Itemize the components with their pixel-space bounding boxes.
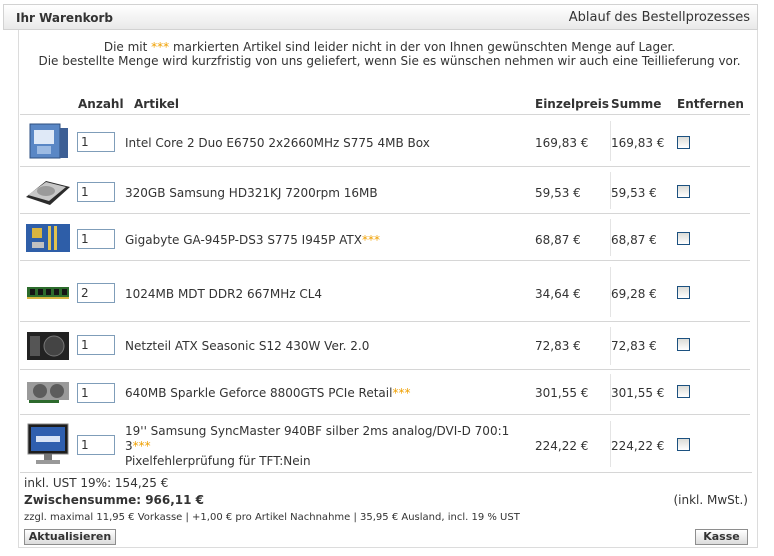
notice-marker: *** xyxy=(151,40,170,54)
hard-drive-icon xyxy=(24,173,72,209)
column-unit-price: Einzelpreis xyxy=(535,97,609,111)
cart-row: 1 19'' Samsung SyncMaster 940BF silber 2… xyxy=(20,414,750,472)
stock-notice: Die mit *** markierten Artikel sind leid… xyxy=(22,40,757,68)
cart-row: 1 640MB Sparkle Geforce 8800GTS PCIe Ret… xyxy=(20,369,750,414)
article-name[interactable]: Intel Core 2 Duo E6750 2x2660MHz S775 4M… xyxy=(125,136,545,151)
update-button[interactable]: Aktualisieren xyxy=(24,529,116,545)
article-option: Pixelfehlerprüfung für TFT:Nein xyxy=(125,454,311,468)
remove-checkbox[interactable] xyxy=(677,185,690,198)
remove-checkbox[interactable] xyxy=(677,438,690,451)
notice-line2: Die bestellte Menge wird kurzfristig von… xyxy=(38,54,741,68)
column-remove: Entfernen xyxy=(677,97,744,111)
page-title: Ihr Warenkorb xyxy=(16,11,114,25)
quantity-input[interactable]: 1 xyxy=(77,335,115,355)
article-name[interactable]: Gigabyte GA-945P-DS3 S775 I945P ATX*** xyxy=(125,233,545,248)
shipping-info: zzgl. maximal 11,95 € Vorkasse | +1,00 €… xyxy=(24,512,520,523)
cart-row: 1 320GB Samsung HD321KJ 7200rpm 16MB 59,… xyxy=(20,166,750,213)
remove-checkbox[interactable] xyxy=(677,232,690,245)
unit-price: 68,87 € xyxy=(535,233,581,247)
cart-row: 1 Intel Core 2 Duo E6750 2x2660MHz S775 … xyxy=(20,114,750,166)
quantity-input[interactable]: 2 xyxy=(77,283,115,303)
cart-page: Ihr Warenkorb Ablauf des Bestellprozesse… xyxy=(0,0,774,556)
cart-row: 2 1024MB MDT DDR2 667MHz CL4 34,64 € 69,… xyxy=(20,260,750,321)
column-article: Artikel xyxy=(134,97,179,111)
cart-row: 1 Gigabyte GA-945P-DS3 S775 I945P ATX***… xyxy=(20,213,750,260)
quantity-input[interactable]: 1 xyxy=(77,383,115,403)
row-sum: 72,83 € xyxy=(611,339,657,353)
remove-checkbox[interactable] xyxy=(677,286,690,299)
unit-price: 224,22 € xyxy=(535,439,589,453)
subtotal: Zwischensumme: 966,11 € xyxy=(24,493,205,507)
quantity-input[interactable]: 1 xyxy=(77,182,115,202)
cart-row: 1 Netzteil ATX Seasonic S12 430W Ver. 2.… xyxy=(20,321,750,369)
monitor-icon xyxy=(24,421,72,469)
tax-line: inkl. UST 19%: 154,25 € xyxy=(24,476,169,490)
unit-price: 59,53 € xyxy=(535,186,581,200)
remove-checkbox[interactable] xyxy=(677,385,690,398)
unit-price: 34,64 € xyxy=(535,287,581,301)
unit-price: 301,55 € xyxy=(535,386,589,400)
row-sum: 301,55 € xyxy=(611,386,665,400)
unit-price: 72,83 € xyxy=(535,339,581,353)
order-process-link[interactable]: Ablauf des Bestellprozesses xyxy=(569,10,750,25)
column-quantity: Anzahl xyxy=(78,97,124,111)
article-name[interactable]: 1024MB MDT DDR2 667MHz CL4 xyxy=(125,287,545,302)
quantity-input[interactable]: 1 xyxy=(77,132,115,152)
quantity-input[interactable]: 1 xyxy=(77,229,115,249)
power-supply-icon xyxy=(24,328,72,364)
remove-checkbox[interactable] xyxy=(677,338,690,351)
quantity-input[interactable]: 1 xyxy=(77,435,115,455)
cart-header: Ihr Warenkorb Ablauf des Bestellprozesse… xyxy=(3,4,758,30)
incl-vat-note: (inkl. MwSt.) xyxy=(673,493,748,507)
article-name[interactable]: 320GB Samsung HD321KJ 7200rpm 16MB xyxy=(125,186,545,201)
unit-price: 169,83 € xyxy=(535,136,589,150)
graphics-card-icon xyxy=(24,374,72,410)
row-sum: 68,87 € xyxy=(611,233,657,247)
row-sum: 224,22 € xyxy=(611,439,665,453)
article-name[interactable]: 19'' Samsung SyncMaster 940BF silber 2ms… xyxy=(125,424,545,469)
row-sum: 169,83 € xyxy=(611,136,665,150)
remove-checkbox[interactable] xyxy=(677,136,690,149)
notice-line1-pre: Die mit xyxy=(103,40,152,54)
article-name[interactable]: Netzteil ATX Seasonic S12 430W Ver. 2.0 xyxy=(125,339,545,354)
notice-line1-post: markierten Artikel sind leider nicht in … xyxy=(169,40,676,54)
article-name[interactable]: 640MB Sparkle Geforce 8800GTS PCIe Retai… xyxy=(125,386,545,401)
divider xyxy=(20,472,752,473)
column-sum: Summe xyxy=(611,97,662,111)
ram-module-icon xyxy=(24,275,72,311)
row-sum: 59,53 € xyxy=(611,186,657,200)
row-sum: 69,28 € xyxy=(611,287,657,301)
cpu-box-icon xyxy=(24,122,72,159)
motherboard-icon xyxy=(24,222,72,258)
checkout-button[interactable]: Kasse xyxy=(695,529,748,545)
